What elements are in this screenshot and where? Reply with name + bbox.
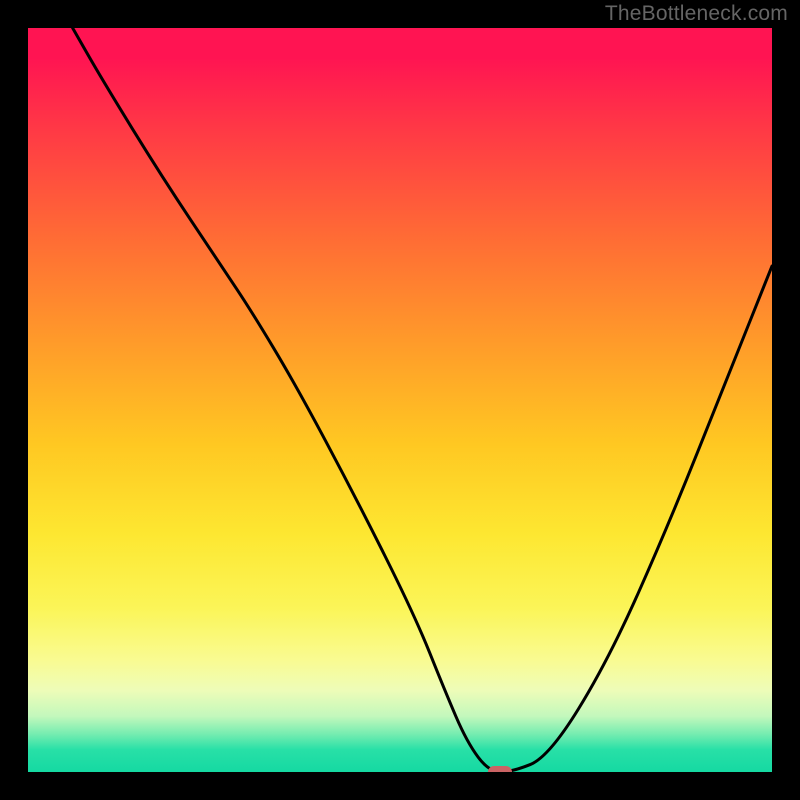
bottleneck-curve	[28, 28, 772, 772]
optimum-marker	[488, 766, 512, 772]
plot-area	[28, 28, 772, 772]
chart-frame: TheBottleneck.com	[0, 0, 800, 800]
watermark-text: TheBottleneck.com	[605, 2, 788, 26]
